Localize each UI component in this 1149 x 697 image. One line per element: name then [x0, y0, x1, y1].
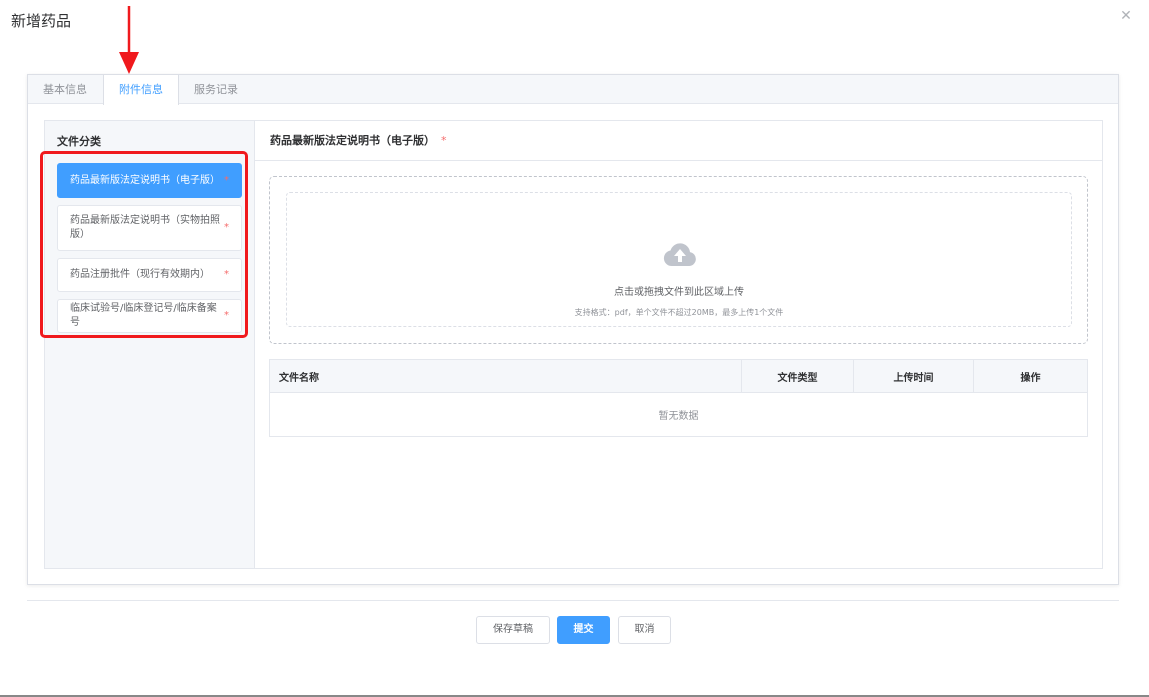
page: 新增药品 ✕ 基本信息 附件信息 服务记录 文件分类 药品最新版法定说明书（电子… [0, 0, 1149, 697]
category-item-electronic-leaflet[interactable]: 药品最新版法定说明书（电子版） * [57, 163, 242, 198]
table-header-row: 文件名称 文件类型 上传时间 操作 [269, 359, 1088, 393]
required-mark: * [224, 222, 229, 233]
required-mark: * [224, 310, 229, 321]
category-label: 药品最新版法定说明书（电子版） [70, 174, 220, 186]
tab-attachments[interactable]: 附件信息 [103, 75, 179, 105]
save-draft-button[interactable]: 保存草稿 [476, 616, 550, 644]
upload-dropzone[interactable]: 点击或拖拽文件到此区域上传 支持格式：pdf，单个文件不超过20MB，最多上传1… [286, 192, 1072, 327]
tab-service-records[interactable]: 服务记录 [179, 75, 254, 103]
dialog-title: 新增药品 [11, 12, 72, 30]
required-mark: * [224, 174, 229, 186]
file-upload-panel: 药品最新版法定说明书（电子版） * 点击或拖拽文件到此区域上传 支持格式：pdf，… [255, 121, 1102, 568]
category-item-photo-leaflet[interactable]: 药品最新版法定说明书（实物拍照版） * [57, 205, 242, 251]
column-header-upload-time[interactable]: 上传时间 [853, 359, 974, 393]
red-arrow-annotation-icon [119, 6, 139, 74]
footer-divider [27, 600, 1119, 601]
cancel-button[interactable]: 取消 [618, 616, 671, 644]
category-label: 药品最新版法定说明书（实物拍照版） [70, 215, 220, 240]
tab-header: 基本信息 附件信息 服务记录 [28, 75, 1118, 105]
empty-text: 暂无数据 [658, 411, 699, 422]
table-empty-row: 暂无数据 [270, 393, 1088, 437]
file-section-title: 药品最新版法定说明书（电子版） * [255, 121, 1102, 161]
file-category-list: 药品最新版法定说明书（电子版） * 药品最新版法定说明书（实物拍照版） * 药品… [57, 163, 242, 340]
upload-area-outer: 点击或拖拽文件到此区域上传 支持格式：pdf，单个文件不超过20MB，最多上传1… [269, 176, 1088, 344]
file-section-title-text: 药品最新版法定说明书（电子版） [270, 134, 435, 147]
column-header-file-name[interactable]: 文件名称 [269, 359, 742, 393]
category-item-clinical-trial-number[interactable]: 临床试验号/临床登记号/临床备案号 * [57, 299, 242, 333]
close-icon[interactable]: ✕ [1119, 9, 1133, 23]
column-header-file-type[interactable]: 文件类型 [741, 359, 854, 393]
upload-tip: 支持格式：pdf，单个文件不超过20MB，最多上传1个文件 [574, 308, 784, 317]
upload-text: 点击或拖拽文件到此区域上传 [614, 287, 744, 298]
tabs-card: 基本信息 附件信息 服务记录 文件分类 药品最新版法定说明书（电子版） * 药品… [27, 74, 1119, 585]
required-mark: * [441, 134, 447, 147]
required-mark: * [224, 269, 229, 280]
file-category-panel: 文件分类 药品最新版法定说明书（电子版） * 药品最新版法定说明书（实物拍照版）… [45, 121, 255, 568]
file-table: 文件名称 文件类型 上传时间 操作 暂无数据 [269, 359, 1088, 437]
category-label: 临床试验号/临床登记号/临床备案号 [70, 303, 217, 328]
column-header-actions: 操作 [973, 359, 1088, 393]
category-label: 药品注册批件（现行有效期内） [70, 269, 210, 280]
file-category-title: 文件分类 [57, 135, 101, 148]
category-item-registration-approval[interactable]: 药品注册批件（现行有效期内） * [57, 258, 242, 292]
attachment-panel: 文件分类 药品最新版法定说明书（电子版） * 药品最新版法定说明书（实物拍照版）… [44, 120, 1103, 569]
tab-basic-info[interactable]: 基本信息 [28, 75, 103, 103]
cloud-upload-icon [663, 243, 696, 267]
submit-button[interactable]: 提交 [557, 616, 610, 644]
